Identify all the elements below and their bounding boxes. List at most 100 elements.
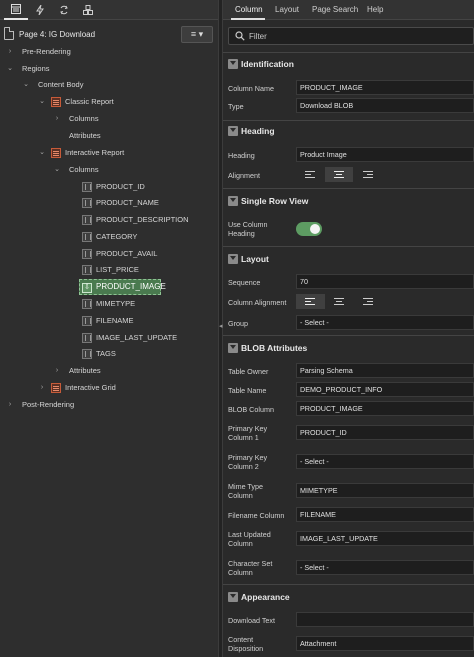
tree-node-ir-attributes[interactable]: › Attributes	[0, 363, 218, 379]
tree-node-post-rendering[interactable]: › Post-Rendering	[0, 397, 218, 413]
collapse-icon[interactable]	[228, 196, 238, 206]
splitter-collapse-icon[interactable]: ◂	[219, 322, 223, 330]
group-title: Heading	[241, 126, 275, 136]
download-text-label: Download Text	[228, 616, 276, 625]
tree-node-column[interactable]: PRODUCT_AVAIL	[0, 246, 218, 262]
tree-node-regions[interactable]: ⌄ Regions	[0, 61, 218, 77]
chevron-down-icon[interactable]: ⌄	[38, 94, 46, 110]
mime-type-label: Mime Type Column	[228, 482, 264, 500]
collapse-icon[interactable]	[228, 592, 238, 602]
tree-node-cr-columns[interactable]: › Columns	[0, 111, 218, 127]
dynamic-actions-tab[interactable]	[28, 0, 52, 20]
chevron-right-icon[interactable]: ›	[38, 380, 46, 396]
tree-node-column[interactable]: PRODUCT_ID	[0, 179, 218, 195]
column-icon	[82, 316, 92, 326]
group-layout[interactable]: Layout	[223, 251, 474, 269]
use-column-heading-toggle[interactable]	[296, 222, 322, 236]
property-editor-tabs: Column Layout Page Search Help	[223, 0, 474, 20]
type-select[interactable]: Download BLOB	[296, 98, 474, 113]
chevron-down-icon[interactable]: ⌄	[6, 61, 14, 77]
filter-input[interactable]	[249, 31, 449, 42]
shared-components-icon	[83, 5, 93, 15]
tree-node-column[interactable]: IMAGE_LAST_UPDATE	[0, 330, 218, 346]
column-icon	[82, 215, 92, 225]
chevron-right-icon[interactable]: ›	[6, 397, 14, 413]
page-title: Page 4: IG Download	[19, 30, 96, 39]
align-left-button[interactable]	[296, 167, 325, 182]
align-right-button[interactable]	[353, 167, 382, 182]
tree-node-classic-report[interactable]: ⌄ Classic Report	[0, 94, 218, 110]
group-title: Single Row View	[241, 196, 309, 206]
group-select[interactable]: - Select -	[296, 315, 474, 330]
column-name-label: Column Name	[228, 84, 274, 93]
tree-node-content-body[interactable]: ⌄ Content Body	[0, 77, 218, 93]
last-updated-select[interactable]: IMAGE_LAST_UPDATE	[296, 531, 474, 546]
group-single-row-view[interactable]: Single Row View	[223, 193, 474, 211]
group-blob-attributes[interactable]: BLOB Attributes	[223, 340, 474, 358]
tree-label: PRODUCT_DESCRIPTION	[96, 215, 189, 224]
collapse-icon[interactable]	[228, 343, 238, 353]
chevron-right-icon[interactable]: ›	[6, 44, 14, 60]
tree-node-column[interactable]: PRODUCT_NAME	[0, 195, 218, 211]
download-text-field[interactable]	[296, 612, 474, 627]
heading-field[interactable]: Product Image	[296, 147, 474, 162]
align-center-button[interactable]	[325, 294, 354, 309]
chevron-down-icon[interactable]: ⌄	[22, 77, 30, 93]
table-owner-select[interactable]: Parsing Schema	[296, 363, 474, 378]
rendering-tab[interactable]	[4, 0, 28, 20]
tree-node-interactive-report[interactable]: ⌄ Interactive Report	[0, 145, 218, 161]
tree-node-column[interactable]: LIST_PRICE	[0, 262, 218, 278]
blob-column-select[interactable]: PRODUCT_IMAGE	[296, 401, 474, 416]
tab-page-search[interactable]: Page Search	[312, 5, 358, 14]
shared-components-tab[interactable]	[76, 0, 100, 20]
processing-tab[interactable]	[52, 0, 76, 20]
content-disposition-select[interactable]: Attachment	[296, 636, 474, 651]
tree-node-column[interactable]: MIMETYPE	[0, 296, 218, 312]
collapse-icon[interactable]	[228, 254, 238, 264]
active-tab-indicator	[231, 18, 265, 20]
tree-label: LIST_PRICE	[96, 265, 139, 274]
tree-node-interactive-grid[interactable]: › Interactive Grid	[0, 380, 218, 396]
tree-node-column[interactable]: CATEGORY	[0, 229, 218, 245]
tree-node-column[interactable]: TAGS	[0, 346, 218, 362]
group-appearance[interactable]: Appearance	[223, 589, 474, 607]
chevron-right-icon[interactable]: ›	[53, 111, 61, 127]
tree-node-column[interactable]: PRODUCT_DESCRIPTION	[0, 212, 218, 228]
charset-label: Character Set Column	[228, 559, 273, 577]
divider	[223, 584, 474, 585]
chevron-right-icon[interactable]: ›	[53, 363, 61, 379]
column-alignment-group	[296, 294, 382, 309]
collapse-icon[interactable]	[228, 59, 238, 69]
tree-node-pre-rendering[interactable]: › Pre-Rendering	[0, 44, 218, 60]
tab-layout[interactable]: Layout	[275, 5, 299, 14]
tree-node-column-selected[interactable]: ⇩ PRODUCT_IMAGE	[79, 279, 166, 295]
sequence-field[interactable]: 70	[296, 274, 474, 289]
filename-column-select[interactable]: FILENAME	[296, 507, 474, 522]
tree-label: CATEGORY	[96, 232, 138, 241]
table-name-field[interactable]: DEMO_PRODUCT_INFO	[296, 382, 474, 397]
tree-label: Post-Rendering	[22, 400, 75, 409]
tree-menu-button[interactable]: ≡ ▾	[181, 26, 213, 43]
align-right-button[interactable]	[353, 294, 382, 309]
tree-node-column[interactable]: FILENAME	[0, 313, 218, 329]
charset-select[interactable]: - Select -	[296, 560, 474, 575]
tree-node-cr-attributes[interactable]: Attributes	[0, 128, 218, 144]
align-center-icon	[334, 298, 344, 305]
blob-column-label: BLOB Column	[228, 405, 274, 414]
tab-help[interactable]: Help	[367, 5, 383, 14]
group-title: Appearance	[241, 592, 290, 602]
mime-type-select[interactable]: MIMETYPE	[296, 483, 474, 498]
pk2-select[interactable]: - Select -	[296, 454, 474, 469]
collapse-icon[interactable]	[228, 126, 238, 136]
align-center-button[interactable]	[324, 167, 354, 182]
align-left-button[interactable]	[296, 294, 325, 309]
tab-column[interactable]: Column	[235, 5, 263, 14]
group-identification[interactable]: Identification	[223, 56, 474, 74]
column-name-field[interactable]: PRODUCT_IMAGE	[296, 80, 474, 95]
filter-box[interactable]	[228, 27, 474, 45]
pk1-select[interactable]: PRODUCT_ID	[296, 425, 474, 440]
group-heading[interactable]: Heading	[223, 123, 474, 141]
chevron-down-icon[interactable]: ⌄	[38, 145, 46, 161]
chevron-down-icon[interactable]: ⌄	[53, 162, 61, 178]
tree-node-ir-columns[interactable]: ⌄ Columns	[0, 162, 218, 178]
